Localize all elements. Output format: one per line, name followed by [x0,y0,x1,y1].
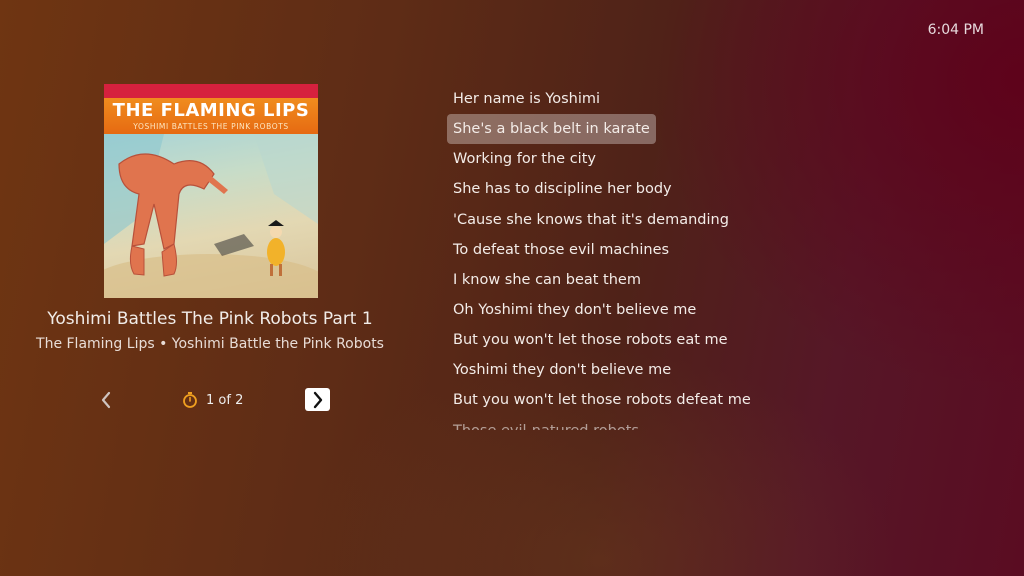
page-indicator-text: 1 of 2 [206,392,244,408]
lyric-line[interactable]: Her name is Yoshimi [447,84,606,114]
song-artist-album: The Flaming Lips • Yoshimi Battle the Pi… [36,336,384,352]
album-art-top-strip [104,84,318,98]
chevron-left-icon [101,391,111,409]
chevron-right-icon [313,391,322,408]
song-title: Yoshimi Battles The Pink Robots Part 1 [47,309,373,329]
previous-button[interactable] [96,388,116,412]
lyric-line[interactable]: Yoshimi they don't believe me [447,355,677,385]
lyric-line[interactable]: But you won't let those robots eat me [447,325,734,355]
lyric-line[interactable]: To defeat those evil machines [447,235,675,265]
lyric-line-active[interactable]: She's a black belt in karate [447,114,656,144]
lyric-line[interactable]: She has to discipline her body [447,174,678,204]
lyric-line-partial[interactable]: Those evil-natured robots [447,416,645,430]
album-art-band-name: THE FLAMING LIPS [112,100,310,121]
stopwatch-icon [183,392,197,408]
album-art-album-name: YOSHIMI BATTLES THE PINK ROBOTS [133,122,289,131]
lyric-line[interactable]: Working for the city [447,144,602,174]
lyric-line[interactable]: Oh Yoshimi they don't believe me [447,295,702,325]
clock: 6:04 PM [927,22,984,38]
lyrics-panel[interactable]: Her name is Yoshimi She's a black belt i… [447,84,967,430]
next-button[interactable] [305,388,330,411]
album-art-illustration [104,134,318,298]
lyric-line[interactable]: But you won't let those robots defeat me [447,385,757,415]
lyric-line[interactable]: 'Cause she knows that it's demanding [447,205,735,235]
album-art: THE FLAMING LIPS YOSHIMI BATTLES THE PIN… [104,84,318,298]
lyric-line[interactable]: I know she can beat them [447,265,647,295]
lyrics-page-indicator: 1 of 2 [182,390,243,410]
